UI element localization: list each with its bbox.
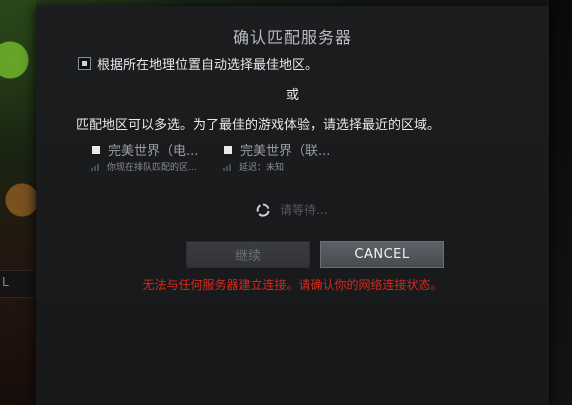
background-artwork [0,0,36,405]
region-name-unicom: 完美世界（联... [240,144,331,159]
auto-select-option[interactable]: 根据所在地理位置自动选择最佳地区。 [78,54,318,73]
matchmaking-server-dialog: 确认匹配服务器 根据所在地理位置自动选择最佳地区。 或 匹配地区可以多选。为了最… [36,6,549,405]
region-name-telecom: 完美世界（电... [108,144,199,159]
region-note-telecom: 你现在排队匹配的区... [107,163,197,173]
multi-select-instructions: 匹配地区可以多选。为了最佳的游戏体验，请选择最近的区域。 [76,118,441,133]
refresh-spinner-icon [256,203,270,217]
region-option-unicom[interactable]: 完美世界（联... 延迟：未知 [223,140,330,173]
waiting-indicator: 请等待... [256,201,327,218]
cancel-button[interactable]: CANCEL [320,241,444,268]
region-note-unicom: 延迟：未知 [239,163,285,173]
continue-button[interactable]: 继续 [186,241,310,268]
checkbox-checked-mark [82,61,87,66]
connection-error-message: 无法与任何服务器建立连接。请确认你的网络连接状态。 [142,278,443,292]
region-checkbox-unicom[interactable] [223,144,233,155]
region-option-telecom[interactable]: 完美世界（电... 你现在排队匹配的区... [91,140,198,173]
auto-select-label: 根据所在地理位置自动选择最佳地区。 [97,58,319,73]
region-checkbox-telecom[interactable] [91,144,101,155]
or-separator: 或 [285,88,299,103]
background-bar-label: L [2,275,9,289]
signal-bars-icon [223,163,237,171]
signal-bars-icon [91,163,105,171]
waiting-text: 请等待... [280,203,328,217]
auto-select-checkbox[interactable] [78,57,91,70]
background-right-edge [549,0,572,405]
dialog-title: 确认匹配服务器 [232,28,352,47]
